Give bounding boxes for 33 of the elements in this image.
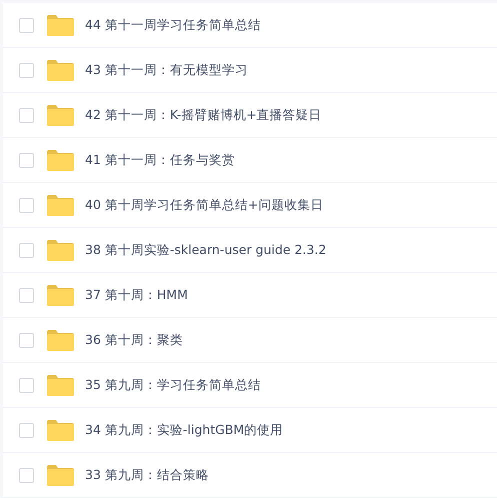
folder-icon (47, 194, 74, 216)
folder-icon (47, 60, 74, 80)
folder-name[interactable]: 35 第九周：学习任务简单总结 (85, 376, 261, 394)
checkbox[interactable] (19, 468, 34, 482)
checkbox[interactable] (19, 152, 34, 168)
folder-icon (47, 420, 74, 440)
folder-name[interactable]: 44 第十一周学习任务简单总结 (85, 16, 261, 34)
checkbox[interactable] (19, 242, 34, 258)
folder-name[interactable]: 33 第九周：结合策略 (85, 466, 209, 484)
folder-icon (47, 330, 74, 350)
folder-name[interactable]: 37 第十周：HMM (85, 286, 188, 304)
checkbox[interactable] (19, 378, 34, 392)
folder-icon (47, 374, 74, 396)
folder-name[interactable]: 36 第十周：聚类 (85, 332, 183, 348)
folder-icon (47, 104, 74, 126)
checkbox[interactable] (19, 332, 34, 348)
folder-icon (47, 240, 74, 260)
folder-name[interactable]: 43 第十一周：有无模型学习 (85, 62, 248, 78)
folder-name[interactable]: 40 第十周学习任务简单总结+问题收集日 (85, 196, 324, 214)
checkbox[interactable] (19, 18, 34, 32)
folder-name[interactable]: 38 第十周实验-sklearn-user guide 2.3.2 (85, 242, 326, 258)
checkbox[interactable] (19, 62, 34, 78)
checkbox[interactable] (19, 198, 34, 212)
checkbox[interactable] (19, 422, 34, 438)
folder-name[interactable]: 42 第十一周：K-摇臂赌博机+直播答疑日 (85, 106, 322, 124)
folder-name[interactable]: 34 第九周：实验-lightGBM的使用 (85, 422, 284, 438)
folder-name[interactable]: 41 第十一周：任务与奖赏 (85, 152, 235, 168)
checkbox[interactable] (19, 288, 34, 302)
folder-icon (47, 150, 74, 170)
checkbox[interactable] (19, 108, 34, 122)
folder-icon (47, 464, 74, 486)
folder-icon (47, 284, 74, 306)
folder-icon (47, 14, 74, 36)
